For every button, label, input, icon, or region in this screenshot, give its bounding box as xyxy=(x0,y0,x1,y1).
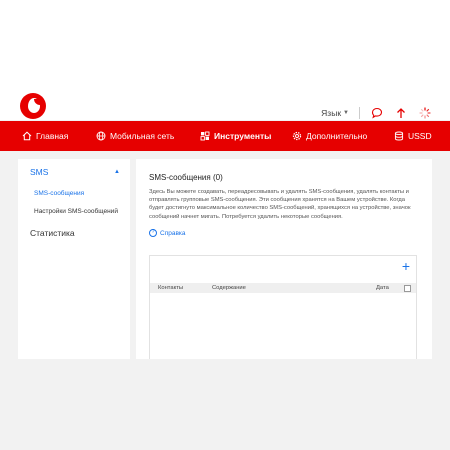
nav-item-label: Дополнительно xyxy=(306,131,368,141)
nav-item-label: Инструменты xyxy=(214,131,272,141)
top-toolbar: Язык ▼ xyxy=(321,104,432,122)
header-area xyxy=(0,0,450,120)
sms-table: + Контакты Содержание Дата xyxy=(149,255,417,359)
database-icon xyxy=(394,131,404,141)
sidebar-item-sms-settings[interactable]: Настройки SMS-сообщений xyxy=(34,208,118,215)
loading-icon xyxy=(418,106,432,120)
nav-item-tools[interactable]: Инструменты xyxy=(200,121,271,151)
sidebar-item-statistics[interactable]: Статистика xyxy=(30,228,75,238)
help-label: Справка xyxy=(160,229,186,237)
select-all-checkbox[interactable] xyxy=(404,285,411,292)
nav-item-advanced[interactable]: Дополнительно xyxy=(292,121,367,151)
globe-icon xyxy=(96,131,106,141)
nav-item-label: USSD xyxy=(408,131,432,141)
sidebar: SMS ▲ SMS-сообщения Настройки SMS-сообще… xyxy=(18,159,130,359)
divider xyxy=(359,107,360,119)
nav-item-label: Главная xyxy=(36,131,69,141)
language-label: Язык xyxy=(321,108,342,118)
page-description: Здесь Вы можете создавать, переадресовыв… xyxy=(149,189,411,220)
tools-icon xyxy=(200,131,210,141)
help-link[interactable]: ? Справка xyxy=(149,229,186,237)
table-header: Контакты Содержание Дата xyxy=(150,283,416,293)
messages-icon[interactable] xyxy=(370,106,384,120)
gear-icon xyxy=(292,131,302,141)
language-selector[interactable]: Язык ▼ xyxy=(321,108,349,118)
column-header-content: Содержание xyxy=(212,285,246,291)
home-icon xyxy=(22,131,32,141)
sidebar-item-sms-messages[interactable]: SMS-сообщения xyxy=(34,190,84,197)
main-panel: SMS-сообщения (0) Здесь Вы можете создав… xyxy=(136,159,432,359)
vodafone-logo[interactable] xyxy=(20,93,46,119)
chevron-down-icon: ▼ xyxy=(343,110,349,116)
column-header-contacts: Контакты xyxy=(158,285,184,291)
nav-item-ussd[interactable]: USSD xyxy=(394,121,432,151)
nav-item-label: Мобильная сеть xyxy=(110,131,175,141)
chevron-up-icon[interactable]: ▲ xyxy=(114,169,120,175)
main-nav: Главная Мобильная сеть Инструменты Допол… xyxy=(0,121,450,151)
sidebar-group-sms[interactable]: SMS xyxy=(30,167,48,177)
nav-item-mobile-network[interactable]: Мобильная сеть xyxy=(96,121,174,151)
add-message-button[interactable]: + xyxy=(402,259,410,273)
help-icon: ? xyxy=(149,229,157,237)
upload-icon[interactable] xyxy=(394,106,408,120)
nav-item-home[interactable]: Главная xyxy=(22,121,68,151)
page-title: SMS-сообщения (0) xyxy=(149,173,223,182)
column-header-date: Дата xyxy=(376,285,389,291)
